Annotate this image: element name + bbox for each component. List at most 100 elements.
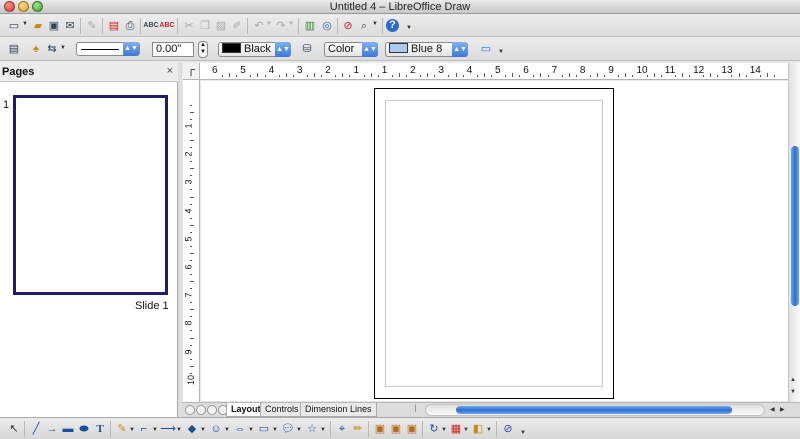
scroll-up-arrow[interactable]: ▲ <box>790 377 796 383</box>
lines-arrows-dropdown-arrow[interactable]: ▼ <box>176 427 182 433</box>
new-document-icon[interactable]: ▭ <box>6 18 22 34</box>
cut-icon[interactable]: ✂ <box>181 18 197 34</box>
undo-icon[interactable]: ↶ <box>251 18 267 34</box>
line-arrow-tool-icon[interactable]: → <box>44 421 60 437</box>
line-style-dropdown-icon[interactable]: ▲▼ <box>123 42 139 56</box>
autospellcheck-icon[interactable]: ABC <box>159 18 175 34</box>
redo-icon[interactable]: ↷ <box>273 18 289 34</box>
rectangle-tool-icon[interactable]: ▬ <box>60 421 76 437</box>
horizontal-scrollbar[interactable] <box>425 404 765 416</box>
area-color-select[interactable]: Blue 8 ▲▼ <box>385 42 468 57</box>
line-color-select[interactable]: Black ▲▼ <box>218 42 291 57</box>
line-toolbar-overflow-arrow[interactable]: ▼ <box>498 49 504 55</box>
first-tab-button[interactable] <box>185 405 195 415</box>
area-color-dropdown-icon[interactable]: ▲▼ <box>452 42 468 57</box>
paste-icon[interactable]: ▨ <box>213 18 229 34</box>
vertical-scrollbar[interactable]: ▲ ▼ <box>788 63 800 402</box>
close-window-button[interactable] <box>4 1 15 12</box>
zoom-dropdown-arrow[interactable]: ▼ <box>372 21 378 27</box>
callouts-dropdown-arrow[interactable]: ▼ <box>296 427 302 433</box>
edit-file-icon[interactable]: ✎ <box>84 18 100 34</box>
save-icon[interactable]: ▣ <box>46 18 62 34</box>
line-icon[interactable]: ♠ <box>28 41 44 57</box>
stars-dropdown-arrow[interactable]: ▼ <box>320 427 326 433</box>
extrusion-icon[interactable]: ⊘ <box>500 421 516 437</box>
ellipse-tool-icon[interactable]: ⬬ <box>76 421 92 437</box>
tab-controls[interactable]: Controls <box>260 403 304 417</box>
undo-dropdown-arrow[interactable]: ▼ <box>266 21 272 27</box>
area-style-dropdown-icon[interactable]: ▲▼ <box>362 42 378 57</box>
tab-strip-splitter[interactable]: │ <box>414 406 418 412</box>
line-color-dropdown-icon[interactable]: ▲▼ <box>275 42 291 57</box>
new-dropdown-arrow[interactable]: ▼ <box>22 21 28 27</box>
previous-tab-button[interactable] <box>196 405 206 415</box>
fontwork-icon[interactable]: ▣ <box>372 421 388 437</box>
from-file-icon[interactable]: ▣ <box>388 421 404 437</box>
line-tool-icon[interactable]: ╱ <box>28 421 44 437</box>
next-tab-button[interactable] <box>207 405 217 415</box>
email-icon[interactable]: ✉ <box>62 18 78 34</box>
symbol-shapes-dropdown-arrow[interactable]: ▼ <box>224 427 230 433</box>
scroll-down-arrow[interactable]: ▼ <box>790 389 796 395</box>
redo-dropdown-arrow[interactable]: ▼ <box>288 21 294 27</box>
area-fill-icon[interactable]: ⛁ <box>299 41 315 57</box>
gallery-icon[interactable]: ⊘ <box>340 18 356 34</box>
drawing-page[interactable] <box>374 88 614 399</box>
navigator-icon[interactable]: ◎ <box>319 18 335 34</box>
line-width-stepper[interactable]: ▲ ▼ <box>198 41 208 58</box>
block-arrows-dropdown-arrow[interactable]: ▼ <box>248 427 254 433</box>
line-ends-icon[interactable]: ▤ <box>6 41 22 57</box>
clone-formatting-icon[interactable]: ✐ <box>229 18 245 34</box>
panel-splitter[interactable] <box>178 62 182 417</box>
shadow-icon[interactable]: ▭ <box>478 41 494 57</box>
scroll-right-arrow[interactable]: ▶ <box>780 406 785 413</box>
align-icon[interactable]: ▦ <box>448 421 464 437</box>
flowchart-dropdown-arrow[interactable]: ▼ <box>272 427 278 433</box>
zoom-icon[interactable]: ⌕ <box>356 18 372 34</box>
tab-dimension-lines[interactable]: Dimension Lines <box>300 403 377 417</box>
align-dropdown-arrow[interactable]: ▼ <box>463 427 469 433</box>
connector-dropdown-arrow[interactable]: ▼ <box>152 427 158 433</box>
horizontal-ruler[interactable]: 6 5 4 3 2 1 1 2 3 4 5 6 7 8 9 10 11 12 13 14 <box>200 63 788 80</box>
flowchart-icon[interactable]: ▭ <box>256 421 272 437</box>
zoom-window-button[interactable] <box>32 1 43 12</box>
points-icon[interactable]: ⌖ <box>334 421 350 437</box>
export-pdf-icon[interactable]: ▤ <box>106 18 122 34</box>
drawing-toolbar-overflow-arrow[interactable]: ▼ <box>520 430 526 436</box>
curve-tool-icon[interactable]: ✎ <box>114 421 130 437</box>
scroll-left-arrow[interactable]: ◀ <box>770 406 775 413</box>
slide-thumbnail[interactable] <box>13 95 168 295</box>
lines-arrows-tool-icon[interactable]: ⟶ <box>160 421 176 437</box>
vertical-ruler[interactable]: 1 2 3 4 5 6 7 8 9 10 <box>183 80 200 402</box>
block-arrows-icon[interactable]: ⇔ <box>232 421 248 437</box>
open-folder-icon[interactable]: ▰ <box>30 18 46 34</box>
copy-icon[interactable]: ❐ <box>197 18 213 34</box>
spellcheck-icon[interactable]: ABC <box>143 18 159 34</box>
connector-tool-icon[interactable]: ⌐ <box>136 421 152 437</box>
arrange-icon[interactable]: ◧ <box>470 421 486 437</box>
arrange-dropdown-arrow[interactable]: ▼ <box>486 427 492 433</box>
arrow-style-icon[interactable]: ⇆ <box>44 41 60 57</box>
stars-icon[interactable]: ☆ <box>304 421 320 437</box>
line-width-field[interactable]: 0.00" <box>152 42 194 57</box>
pages-panel-close-icon[interactable]: × <box>167 65 173 77</box>
print-icon[interactable]: ⎙ <box>122 18 138 34</box>
horizontal-scrollbar-thumb[interactable] <box>456 406 732 414</box>
drawing-canvas[interactable] <box>201 81 788 401</box>
basic-shapes-icon[interactable]: ◆ <box>184 421 200 437</box>
vertical-scrollbar-thumb[interactable] <box>791 146 799 306</box>
callouts-icon[interactable]: 💬︎ <box>280 421 296 437</box>
select-pointer-icon[interactable]: ↖ <box>6 421 22 437</box>
text-tool-icon[interactable]: T <box>92 421 108 437</box>
area-style-select[interactable]: Color ▲▼ <box>324 42 378 57</box>
curve-dropdown-arrow[interactable]: ▼ <box>129 427 135 433</box>
glue-points-icon[interactable]: ✏ <box>350 421 366 437</box>
arrow-style-dropdown-arrow[interactable]: ▼ <box>60 45 66 51</box>
line-style-select[interactable]: ▲▼ <box>76 42 140 56</box>
ruler-corner-tab-stop[interactable]: ┌ <box>183 63 200 80</box>
gallery-tool-icon[interactable]: ▣ <box>404 421 420 437</box>
toolbar-overflow-arrow[interactable]: ▼ <box>406 25 412 31</box>
help-icon[interactable]: ? <box>386 19 399 32</box>
minimize-window-button[interactable] <box>18 1 29 12</box>
chart-icon[interactable]: ▥ <box>302 18 318 34</box>
